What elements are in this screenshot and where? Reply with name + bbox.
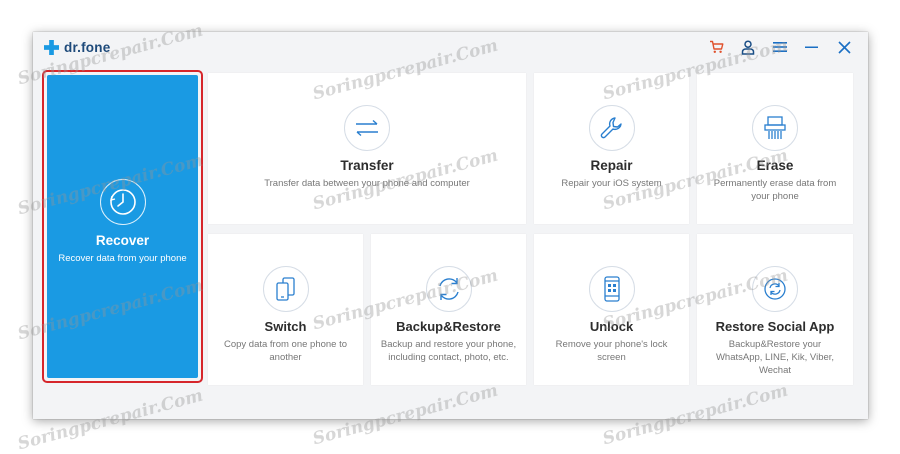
phone-lock-icon bbox=[588, 266, 635, 312]
tile-restore-social-app[interactable]: Restore Social App Backup&Restore your W… bbox=[697, 234, 853, 385]
menu-icon bbox=[773, 42, 787, 52]
tile-title: Backup&Restore bbox=[396, 319, 501, 334]
tile-description: Backup&Restore your WhatsApp, LINE, Kik,… bbox=[708, 338, 842, 377]
tile-description-line: WhatsApp, LINE, Kik, Viber, bbox=[715, 352, 835, 363]
menu-button[interactable] bbox=[764, 36, 796, 58]
tile-description: Backup and restore your phone, including… bbox=[373, 338, 524, 364]
wrench-icon bbox=[588, 105, 635, 151]
app-logo: dr.fone bbox=[44, 37, 110, 57]
tile-description-line: Backup and restore your phone, bbox=[380, 339, 517, 350]
tile-switch[interactable]: Switch Copy data from one phone to anoth… bbox=[208, 234, 363, 385]
tile-backup-restore[interactable]: Backup&Restore Backup and restore your p… bbox=[371, 234, 526, 385]
cart-button[interactable] bbox=[700, 36, 732, 58]
recover-highlight-frame: Recover Recover data from your phone bbox=[42, 70, 203, 383]
tile-title: Repair bbox=[590, 158, 633, 173]
drfone-plus-icon bbox=[44, 39, 59, 55]
tile-description-line: screen bbox=[597, 352, 626, 363]
account-button[interactable] bbox=[732, 36, 764, 58]
tile-description-line: including contact, photo, etc. bbox=[388, 352, 509, 363]
cart-icon bbox=[709, 40, 723, 53]
tile-repair[interactable]: Repair Repair your iOS system bbox=[534, 73, 689, 224]
title-bar: dr.fone bbox=[33, 32, 868, 70]
tile-description: Recover data from your phone bbox=[58, 253, 187, 264]
app-window: dr.fone Recover Recover data from your p… bbox=[33, 32, 868, 419]
user-icon bbox=[741, 39, 755, 55]
tile-description: Permanently erase data from your phone bbox=[706, 177, 845, 203]
tile-description: Transfer data between your phone and com… bbox=[264, 178, 470, 189]
tile-description-line: another bbox=[269, 352, 302, 363]
tile-description-line: Backup&Restore your bbox=[728, 339, 822, 350]
tile-unlock[interactable]: Unlock Remove your phone's lock screen bbox=[534, 234, 689, 385]
phones-icon bbox=[262, 266, 309, 312]
tile-erase[interactable]: Erase Permanently erase data from your p… bbox=[697, 73, 853, 224]
tile-description-line: Copy data from one phone to bbox=[223, 339, 348, 350]
sync-icon bbox=[425, 266, 472, 312]
close-button[interactable] bbox=[828, 36, 860, 58]
clock-icon bbox=[99, 179, 146, 225]
tile-title: Switch bbox=[264, 319, 307, 334]
minimize-icon bbox=[805, 46, 818, 48]
minimize-button[interactable] bbox=[796, 36, 828, 58]
tile-description: Remove your phone's lock screen bbox=[548, 338, 676, 364]
tile-description-line: Permanently erase data from bbox=[713, 178, 837, 189]
tile-recover[interactable]: Recover Recover data from your phone bbox=[47, 75, 198, 378]
close-icon bbox=[837, 40, 851, 54]
tile-description: Repair your iOS system bbox=[561, 178, 662, 189]
tile-description: Copy data from one phone to another bbox=[216, 338, 355, 364]
transfer-arrows-icon bbox=[344, 105, 390, 151]
window-controls bbox=[700, 36, 860, 58]
tile-title: Restore Social App bbox=[715, 319, 835, 334]
app-brand: dr.fone bbox=[64, 39, 111, 55]
tile-title: Recover bbox=[95, 233, 150, 248]
tile-description-line: Wechat bbox=[758, 365, 792, 376]
tile-description-line: Remove your phone's lock bbox=[555, 339, 668, 350]
tile-title: Erase bbox=[756, 158, 794, 173]
shredder-icon bbox=[752, 105, 798, 151]
social-restore-icon bbox=[752, 266, 798, 312]
tile-title: Transfer bbox=[340, 158, 394, 173]
tile-description-line: your phone bbox=[751, 191, 799, 202]
tile-transfer[interactable]: Transfer Transfer data between your phon… bbox=[208, 73, 526, 224]
tile-title: Unlock bbox=[589, 319, 634, 334]
